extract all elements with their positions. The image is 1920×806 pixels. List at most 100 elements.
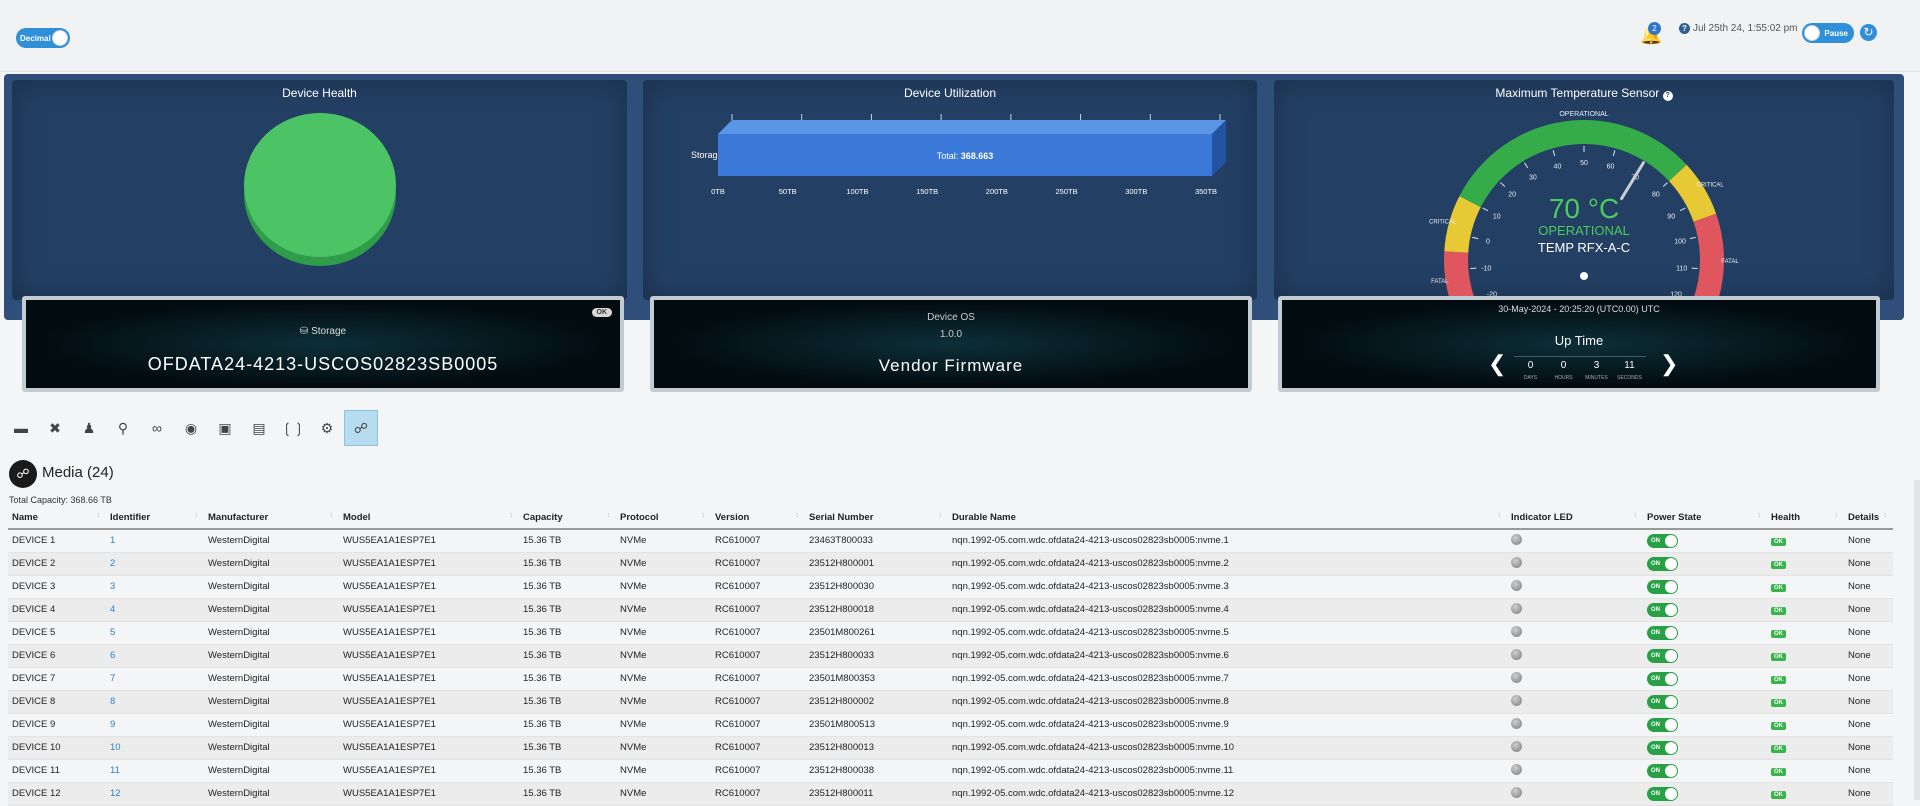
identifier-link[interactable]: 11	[106, 759, 204, 782]
identifier-link[interactable]: 3	[106, 575, 204, 598]
model-cell: WUS5EA1A1ESP7E1	[339, 552, 519, 575]
indicator-led-icon[interactable]	[1511, 557, 1522, 568]
details-cell: None	[1844, 552, 1893, 575]
identifier-link[interactable]: 8	[106, 690, 204, 713]
chip-icon[interactable]: ▣	[208, 410, 242, 446]
column-header-indicator-led[interactable]: Indicator LED↕	[1507, 507, 1643, 529]
gear-icon[interactable]: ⚙	[310, 410, 344, 446]
power-toggle[interactable]: ON	[1647, 649, 1678, 663]
health-badge: OK	[1771, 584, 1786, 592]
column-header-health[interactable]: Health↕	[1767, 507, 1844, 529]
power-toggle[interactable]: ON	[1647, 534, 1678, 548]
toggle-knob	[1665, 742, 1677, 754]
uptime-counter: 0DAYS 0HOURS 3MINUTES 11SECONDS	[1514, 356, 1646, 381]
column-header-name[interactable]: Name↕	[8, 507, 106, 529]
indicator-led-icon[interactable]	[1511, 695, 1522, 706]
indicator-led-icon[interactable]	[1511, 741, 1522, 752]
manufacturer-cell: WesternDigital	[204, 529, 339, 552]
column-header-model[interactable]: Model↕	[339, 507, 519, 529]
tools-icon[interactable]: ✖	[38, 410, 72, 446]
power-toggle-label: ON	[1651, 676, 1660, 682]
manufacturer-cell: WesternDigital	[204, 736, 339, 759]
media-icon[interactable]: ☍	[344, 410, 378, 446]
gauge-tick-label: 50	[1580, 160, 1588, 167]
gauge-tick	[1483, 208, 1488, 211]
gauge-tick	[1500, 182, 1504, 186]
identifier-link[interactable]: 4	[106, 598, 204, 621]
column-header-serial-number[interactable]: Serial Number↕	[805, 507, 948, 529]
scrollbar[interactable]	[1914, 480, 1920, 800]
device-utilization-title: Device Utilization	[643, 86, 1257, 100]
indicator-led-icon[interactable]	[1511, 672, 1522, 683]
indicator-led-icon[interactable]	[1511, 626, 1522, 637]
power-toggle[interactable]: ON	[1647, 580, 1678, 594]
device-name-cell: DEVICE 7	[8, 667, 106, 690]
chevron-left-icon[interactable]: ❮	[1488, 351, 1506, 377]
indicator-led-cell	[1507, 690, 1643, 713]
column-header-power-state[interactable]: Power State↕	[1643, 507, 1767, 529]
column-header-protocol[interactable]: Protocol↕	[616, 507, 711, 529]
column-header-durable-name[interactable]: Durable Name↕	[948, 507, 1507, 529]
device-name-cell: DEVICE 8	[8, 690, 106, 713]
column-header-version[interactable]: Version↕	[711, 507, 805, 529]
indicator-led-icon[interactable]	[1511, 718, 1522, 729]
column-header-manufacturer[interactable]: Manufacturer↕	[204, 507, 339, 529]
manufacturer-cell: WesternDigital	[204, 759, 339, 782]
identifier-link[interactable]: 5	[106, 621, 204, 644]
database-icon: ⛁	[300, 326, 308, 337]
indicator-led-icon[interactable]	[1511, 580, 1522, 591]
identifier-link[interactable]: 1	[106, 529, 204, 552]
identifier-link[interactable]: 7	[106, 667, 204, 690]
power-toggle-label: ON	[1651, 768, 1660, 774]
column-header-identifier[interactable]: Identifier↕	[106, 507, 204, 529]
manufacturer-cell: WesternDigital	[204, 598, 339, 621]
power-toggle[interactable]: ON	[1647, 672, 1678, 686]
manufacturer-cell: WesternDigital	[204, 713, 339, 736]
health-cell: OK	[1767, 713, 1844, 736]
help-icon[interactable]: ?	[1663, 91, 1673, 101]
refresh-icon[interactable]: ↻	[1860, 24, 1877, 41]
media-table: Name↕ Identifier↕ Manufacturer↕ Model↕ C…	[8, 507, 1893, 806]
gauge-arc-label-fatal-right: FATAL	[1721, 259, 1739, 265]
wireless-icon[interactable]: ❲❳	[276, 410, 310, 446]
chevron-right-icon[interactable]: ❯	[1660, 351, 1678, 377]
power-toggle[interactable]: ON	[1647, 764, 1678, 778]
serial-number-cell: 23512H800002	[805, 690, 948, 713]
column-header-details[interactable]: Details↕	[1844, 507, 1893, 529]
pause-toggle[interactable]: Pause	[1802, 23, 1854, 43]
column-header-capacity[interactable]: Capacity↕	[519, 507, 616, 529]
capacity-cell: 15.36 TB	[519, 782, 616, 805]
location-pin-icon[interactable]: ⚲	[106, 410, 140, 446]
ruler-icon[interactable]: ▬	[4, 410, 38, 446]
indicator-led-icon[interactable]	[1511, 534, 1522, 545]
gauge-tick	[1472, 237, 1478, 238]
power-toggle[interactable]: ON	[1647, 557, 1678, 571]
indicator-led-icon[interactable]	[1511, 764, 1522, 775]
power-toggle[interactable]: ON	[1647, 695, 1678, 709]
temperature-title: Maximum Temperature Sensor ?	[1274, 86, 1894, 101]
power-toggle[interactable]: ON	[1647, 626, 1678, 640]
identifier-link[interactable]: 12	[106, 782, 204, 805]
gauge-tick	[1613, 150, 1615, 156]
power-toggle[interactable]: ON	[1647, 741, 1678, 755]
temperature-title-text: Maximum Temperature Sensor	[1495, 86, 1659, 100]
decimal-toggle[interactable]: Decimal	[16, 28, 70, 48]
table-row: DEVICE 55WesternDigitalWUS5EA1A1ESP7E115…	[8, 621, 1893, 644]
globe-icon[interactable]: ◉	[174, 410, 208, 446]
indicator-led-icon[interactable]	[1511, 603, 1522, 614]
user-icon[interactable]: ♟	[72, 410, 106, 446]
network-icon[interactable]: ∞	[140, 410, 174, 446]
identifier-link[interactable]: 2	[106, 552, 204, 575]
indicator-led-icon[interactable]	[1511, 787, 1522, 798]
server-icon[interactable]: ▤	[242, 410, 276, 446]
identifier-link[interactable]: 6	[106, 644, 204, 667]
power-toggle[interactable]: ON	[1647, 718, 1678, 732]
power-toggle[interactable]: ON	[1647, 787, 1678, 801]
power-toggle[interactable]: ON	[1647, 603, 1678, 617]
indicator-led-icon[interactable]	[1511, 649, 1522, 660]
gauge-tick	[1690, 237, 1696, 238]
help-icon[interactable]: ?	[1679, 23, 1690, 34]
gauge-sensor-name: TEMP RFX-A-C	[1538, 240, 1630, 255]
identifier-link[interactable]: 9	[106, 713, 204, 736]
identifier-link[interactable]: 10	[106, 736, 204, 759]
